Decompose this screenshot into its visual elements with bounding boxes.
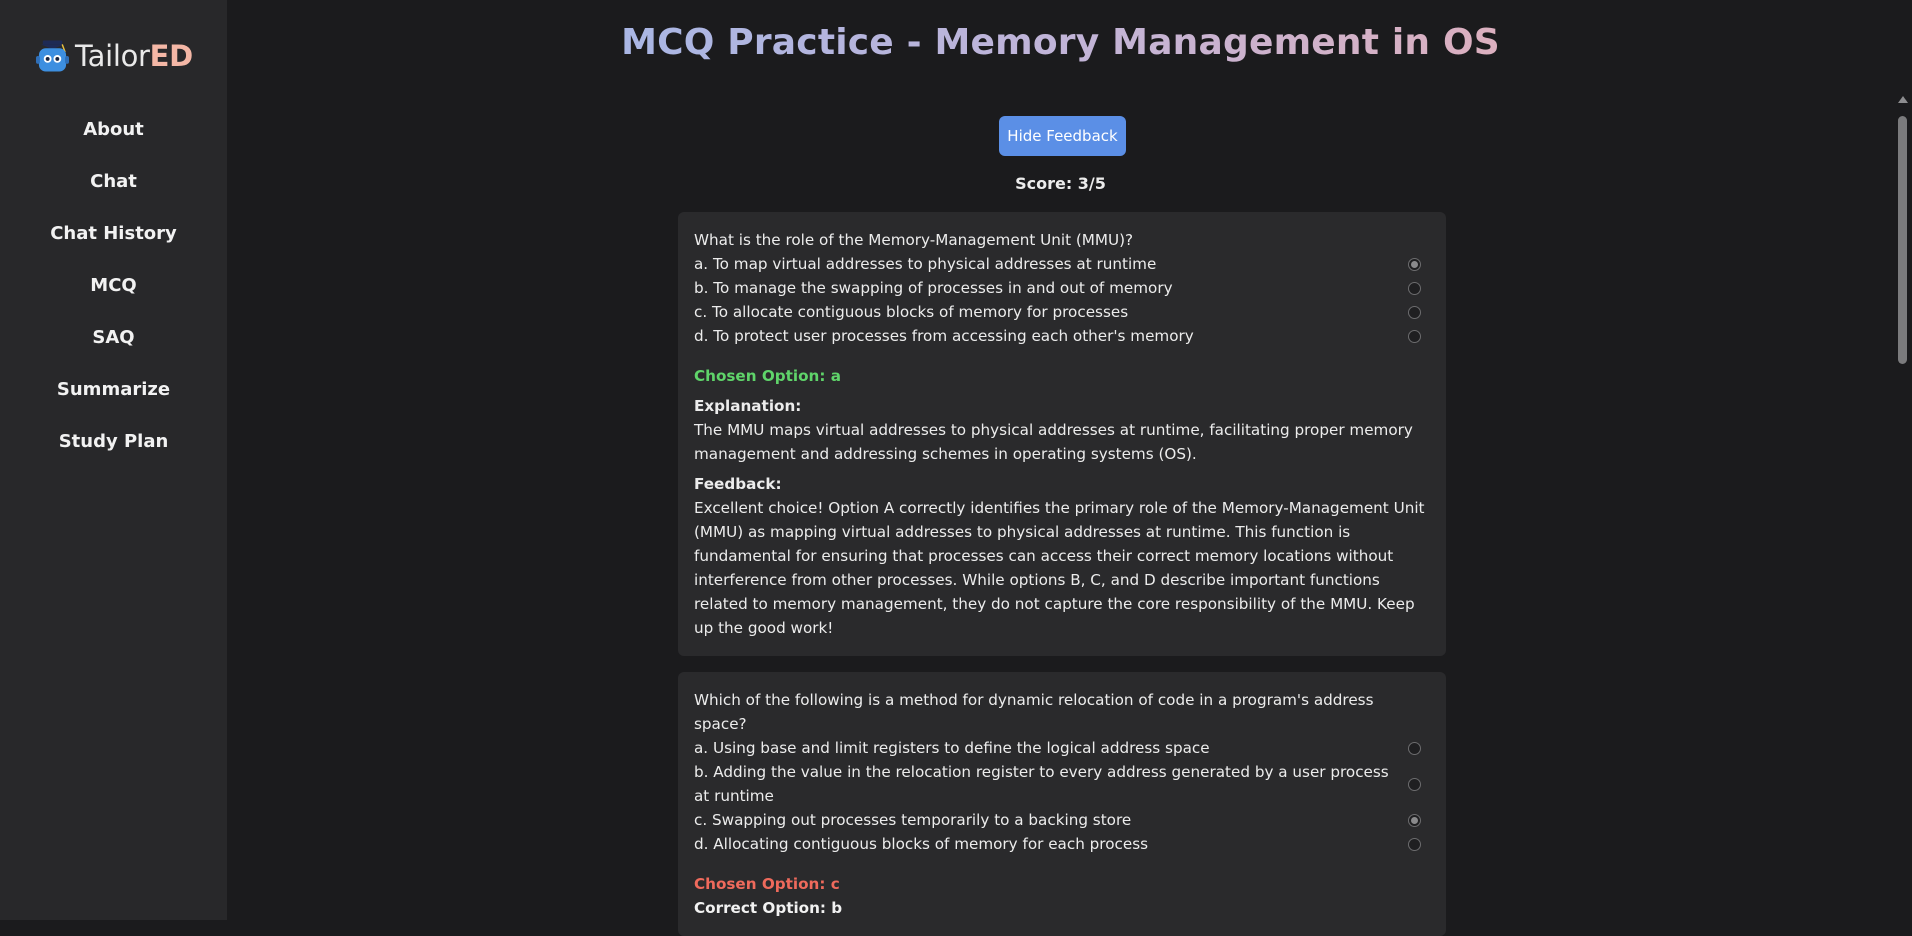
sidebar-item-chat-history[interactable]: Chat History	[0, 214, 227, 266]
scroll-up-arrow-icon[interactable]	[1898, 96, 1908, 103]
option-row[interactable]: b. Adding the value in the relocation re…	[694, 760, 1430, 808]
hide-feedback-button[interactable]: Hide Feedback	[999, 116, 1126, 156]
option-label: c. Swapping out processes temporarily to…	[694, 811, 1132, 829]
main-content: MCQ Practice - Memory Management in OS H…	[227, 0, 1894, 936]
option-row[interactable]: a. Using base and limit registers to def…	[694, 736, 1430, 760]
chosen-option: Chosen Option: a	[694, 367, 841, 385]
sidebar-item-about[interactable]: About	[0, 110, 227, 162]
option-label: c. To allocate contiguous blocks of memo…	[694, 303, 1129, 321]
option-label: d. To protect user processes from access…	[694, 327, 1194, 345]
question-text: Which of the following is a method for d…	[694, 691, 1374, 733]
scrollbar-thumb[interactable]	[1898, 116, 1907, 364]
sidebar-item-mcq[interactable]: MCQ	[0, 266, 227, 318]
sidebar-item-summarize[interactable]: Summarize	[0, 370, 227, 422]
question-card: What is the role of the Memory-Managemen…	[678, 212, 1446, 656]
option-radio[interactable]	[1408, 257, 1421, 271]
question-text: What is the role of the Memory-Managemen…	[694, 231, 1134, 249]
option-radio[interactable]	[1408, 305, 1421, 319]
scrollbar[interactable]	[1894, 92, 1912, 920]
option-row[interactable]: d. Allocating contiguous blocks of memor…	[694, 832, 1430, 856]
option-label: b. Adding the value in the relocation re…	[694, 763, 1389, 805]
sidebar: TailorED About Chat Chat History MCQ SAQ…	[0, 0, 227, 920]
question-card: Which of the following is a method for d…	[678, 672, 1446, 936]
option-label: d. Allocating contiguous blocks of memor…	[694, 835, 1149, 853]
option-radio[interactable]	[1408, 813, 1421, 827]
correct-option: Correct Option: b	[694, 899, 843, 917]
page-title: MCQ Practice - Memory Management in OS	[621, 22, 1500, 63]
option-label: b. To manage the swapping of processes i…	[694, 279, 1173, 297]
option-row[interactable]: c. Swapping out processes temporarily to…	[694, 808, 1430, 832]
feedback-label: Feedback:	[694, 475, 782, 493]
option-label: a. Using base and limit registers to def…	[694, 739, 1210, 757]
option-label: a. To map virtual addresses to physical …	[694, 255, 1157, 273]
option-row[interactable]: c. To allocate contiguous blocks of memo…	[694, 300, 1430, 324]
option-row[interactable]: a. To map virtual addresses to physical …	[694, 252, 1430, 276]
score-label: Score: 3/5	[1015, 174, 1106, 193]
option-row[interactable]: d. To protect user processes from access…	[694, 324, 1430, 348]
sidebar-nav: About Chat Chat History MCQ SAQ Summariz…	[0, 110, 227, 474]
sidebar-item-study-plan[interactable]: Study Plan	[0, 422, 227, 474]
explanation-text: The MMU maps virtual addresses to physic…	[694, 421, 1413, 463]
app-logo[interactable]: TailorED	[36, 36, 193, 76]
sidebar-item-saq[interactable]: SAQ	[0, 318, 227, 370]
robot-mascot-icon	[36, 40, 69, 72]
option-row[interactable]: b. To manage the swapping of processes i…	[694, 276, 1430, 300]
chosen-option: Chosen Option: c	[694, 875, 840, 893]
option-radio[interactable]	[1408, 741, 1421, 755]
option-radio[interactable]	[1408, 777, 1421, 791]
sidebar-item-chat[interactable]: Chat	[0, 162, 227, 214]
option-radio[interactable]	[1408, 281, 1421, 295]
option-radio[interactable]	[1408, 837, 1421, 851]
explanation-label: Explanation:	[694, 397, 802, 415]
option-radio[interactable]	[1408, 329, 1421, 343]
feedback-text: Excellent choice! Option A correctly ide…	[694, 499, 1425, 637]
logo-text: TailorED	[75, 39, 193, 73]
